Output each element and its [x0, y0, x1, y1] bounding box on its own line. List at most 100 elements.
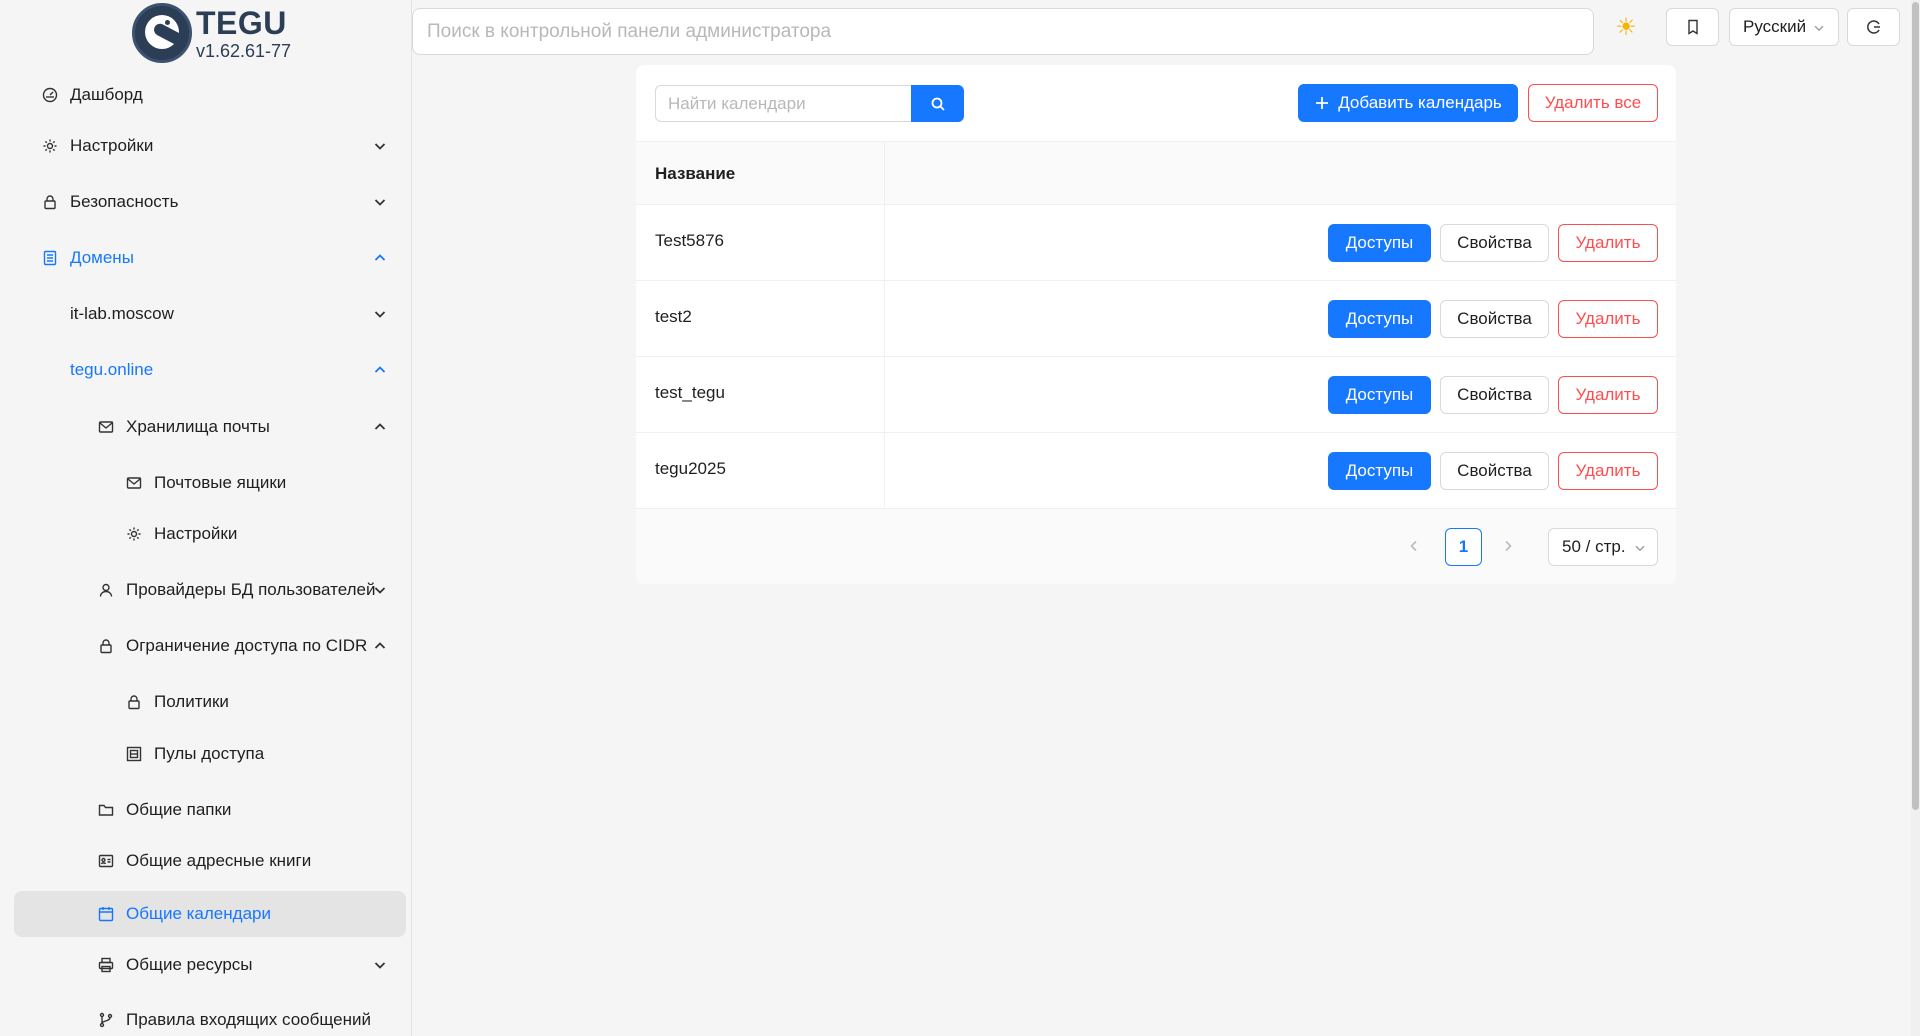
- calendar-name: test_tegu: [655, 383, 725, 402]
- sidebar-item-domain-tegu[interactable]: tegu.online: [14, 347, 406, 393]
- logout-icon: [1866, 20, 1880, 34]
- delete-label: Удалить: [1575, 309, 1641, 328]
- search-icon: [931, 97, 945, 111]
- chevron-right-icon[interactable]: [1500, 538, 1516, 554]
- properties-label: Свойства: [1457, 385, 1532, 404]
- access-label: Доступы: [1345, 233, 1414, 252]
- global-search-input[interactable]: [412, 8, 1594, 55]
- sidebar-item-cidr-restriction[interactable]: Ограничение доступа по CIDR: [14, 623, 406, 669]
- delete-label: Удалить: [1575, 233, 1641, 252]
- sun-icon[interactable]: ☀: [1611, 13, 1641, 43]
- access-button[interactable]: Доступы: [1328, 300, 1431, 338]
- access-label: Доступы: [1345, 461, 1414, 480]
- sidebar-item-policies[interactable]: Политики: [14, 679, 406, 725]
- add-calendar-button[interactable]: Добавить календарь: [1298, 84, 1518, 122]
- properties-button[interactable]: Свойства: [1440, 452, 1549, 490]
- calendar-icon: [97, 905, 115, 923]
- properties-label: Свойства: [1457, 309, 1532, 328]
- tegu-logo-icon: [132, 3, 192, 63]
- branch-icon: [97, 1011, 115, 1029]
- sidebar-item-dashboard[interactable]: Дашборд: [14, 72, 406, 118]
- chevron-down-icon: [374, 587, 386, 594]
- sidebar-item-shared-resources[interactable]: Общие ресурсы: [14, 942, 406, 988]
- add-calendar-label: Добавить календарь: [1338, 93, 1502, 112]
- delete-button[interactable]: Удалить: [1558, 376, 1658, 414]
- sidebar-item-access-pools[interactable]: Пулы доступа: [14, 731, 406, 777]
- sidebar-item-label: Общие адресные книги: [126, 851, 312, 870]
- chevron-down-icon: [1814, 25, 1824, 32]
- properties-button[interactable]: Свойства: [1440, 376, 1549, 414]
- sidebar-item-user-db-providers[interactable]: Провайдеры БД пользователей: [14, 567, 406, 613]
- sidebar-item-label: Общие папки: [126, 800, 232, 819]
- sidebar-item-label: Общие календари: [126, 904, 271, 923]
- calendar-search-input[interactable]: [655, 85, 911, 122]
- user-icon: [97, 581, 115, 599]
- table-row: test_tegu Доступы Свойства Удалить: [636, 357, 1676, 433]
- sidebar-item-label: Пулы доступа: [154, 744, 265, 763]
- docs-button[interactable]: [1666, 8, 1719, 46]
- dashboard-icon: [41, 86, 59, 104]
- sidebar-item-shared-address-books[interactable]: Общие адресные книги: [14, 838, 406, 884]
- delete-all-label: Удалить все: [1544, 93, 1642, 112]
- chevron-down-icon: [1635, 545, 1645, 552]
- calendar-name: Test5876: [655, 231, 724, 250]
- sidebar-item-label: Ограничение доступа по CIDR: [126, 636, 368, 655]
- lock-icon: [125, 693, 143, 711]
- scrollbar[interactable]: [1911, 0, 1920, 1036]
- plus-icon: [1316, 97, 1329, 109]
- chevron-down-icon: [374, 311, 386, 318]
- logo[interactable]: TEGU v1.62.61-77: [132, 3, 332, 63]
- access-button[interactable]: Доступы: [1328, 224, 1431, 262]
- calendar-name: tegu2025: [655, 459, 726, 478]
- chevron-down-icon: [374, 199, 386, 206]
- sidebar-item-mail-storages[interactable]: Хранилища почты: [14, 404, 406, 450]
- sidebar-item-incoming-rules[interactable]: Правила входящих сообщений: [14, 997, 406, 1036]
- delete-button[interactable]: Удалить: [1558, 452, 1658, 490]
- delete-button[interactable]: Удалить: [1558, 300, 1658, 338]
- sidebar-item-domain-it-lab[interactable]: it-lab.moscow: [14, 291, 406, 337]
- delete-label: Удалить: [1575, 385, 1641, 404]
- mail-icon: [125, 474, 143, 492]
- table-row: tegu2025 Доступы Свойства Удалить: [636, 433, 1676, 509]
- sidebar-item-label: Общие ресурсы: [126, 955, 253, 974]
- language-select[interactable]: Русский: [1729, 8, 1839, 46]
- properties-button[interactable]: Свойства: [1440, 224, 1549, 262]
- chevron-up-icon: [374, 254, 386, 261]
- calendar-name: test2: [655, 307, 692, 326]
- page-size-select[interactable]: 50 / стр.: [1548, 528, 1658, 566]
- delete-all-button[interactable]: Удалить все: [1528, 84, 1658, 122]
- sidebar-item-storage-settings[interactable]: Настройки: [14, 511, 406, 557]
- gear-icon: [41, 137, 59, 155]
- access-button[interactable]: Доступы: [1328, 376, 1431, 414]
- calendar-search-button[interactable]: [911, 85, 964, 122]
- table-row: Test5876 Доступы Свойства Удалить: [636, 205, 1676, 281]
- logout-button[interactable]: [1847, 8, 1900, 46]
- sidebar-item-label: Политики: [154, 692, 229, 711]
- sidebar-item-shared-folders[interactable]: Общие папки: [14, 787, 406, 833]
- book-icon: [1687, 19, 1698, 35]
- table-row: test2 Доступы Свойства Удалить: [636, 281, 1676, 357]
- sidebar-item-security[interactable]: Безопасность: [14, 179, 406, 225]
- properties-label: Свойства: [1457, 461, 1532, 480]
- sidebar-item-label: Хранилища почты: [126, 417, 270, 436]
- chevron-up-icon: [374, 423, 386, 430]
- properties-button[interactable]: Свойства: [1440, 300, 1549, 338]
- sidebar-item-label: Почтовые ящики: [154, 473, 287, 492]
- sidebar-item-domains[interactable]: Домены: [14, 235, 406, 281]
- chevron-up-icon: [374, 642, 386, 649]
- gear-icon: [125, 525, 143, 543]
- sidebar-item-mailboxes[interactable]: Почтовые ящики: [14, 460, 406, 506]
- sidebar-item-shared-calendars[interactable]: Общие календари: [14, 891, 406, 937]
- chevron-down-icon: [374, 962, 386, 969]
- domains-icon: [41, 249, 59, 267]
- sidebar-item-label: Настройки: [154, 524, 238, 543]
- table-header: Название: [636, 141, 1676, 205]
- delete-button[interactable]: Удалить: [1558, 224, 1658, 262]
- pagination: 1 50 / стр.: [636, 509, 1676, 584]
- chevron-left-icon[interactable]: [1406, 538, 1422, 554]
- page-number-button[interactable]: 1: [1445, 528, 1482, 566]
- language-label: Русский: [1743, 17, 1807, 36]
- sidebar-item-settings[interactable]: Настройки: [14, 123, 406, 169]
- lock-icon: [41, 193, 59, 211]
- access-button[interactable]: Доступы: [1328, 452, 1431, 490]
